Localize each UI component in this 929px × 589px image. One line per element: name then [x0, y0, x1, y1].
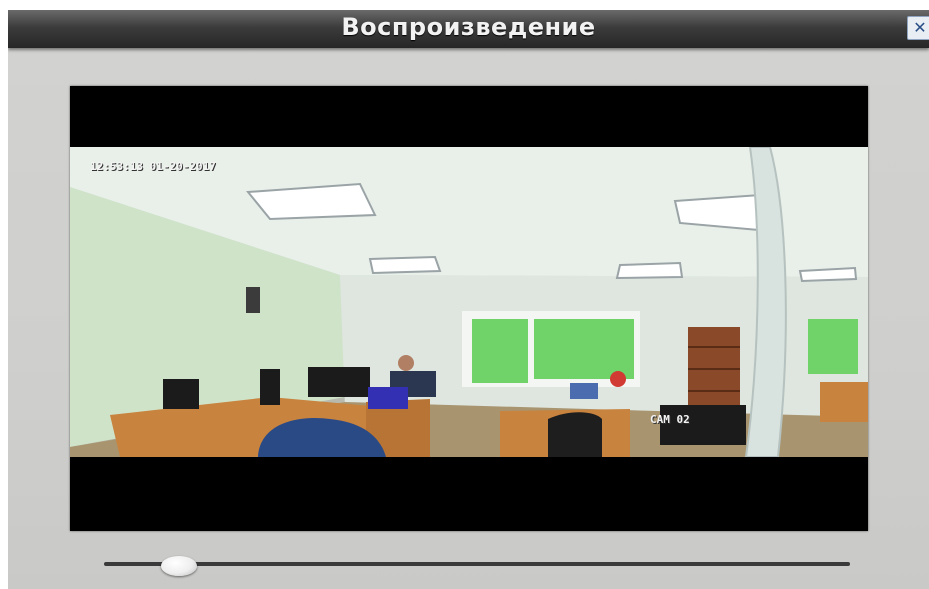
video-frame[interactable]: 12:53:13 01-20-2017 CAM 02 [70, 147, 868, 457]
window-title: Воспроизведение [341, 13, 596, 41]
close-icon: ✕ [913, 18, 927, 37]
video-timestamp: 12:53:13 01-20-2017 [90, 160, 216, 173]
seekbar-thumb[interactable] [160, 556, 197, 576]
playback-window: Воспроизведение ✕ 12:53:13 01-20-2017 CA… [8, 10, 929, 589]
camera-scene [70, 147, 868, 457]
playback-seekbar[interactable] [104, 562, 850, 566]
video-player: 12:53:13 01-20-2017 CAM 02 [70, 86, 868, 531]
close-button[interactable]: ✕ [907, 16, 929, 40]
title-bar: Воспроизведение ✕ [8, 10, 929, 48]
camera-label: CAM 02 [650, 413, 690, 426]
